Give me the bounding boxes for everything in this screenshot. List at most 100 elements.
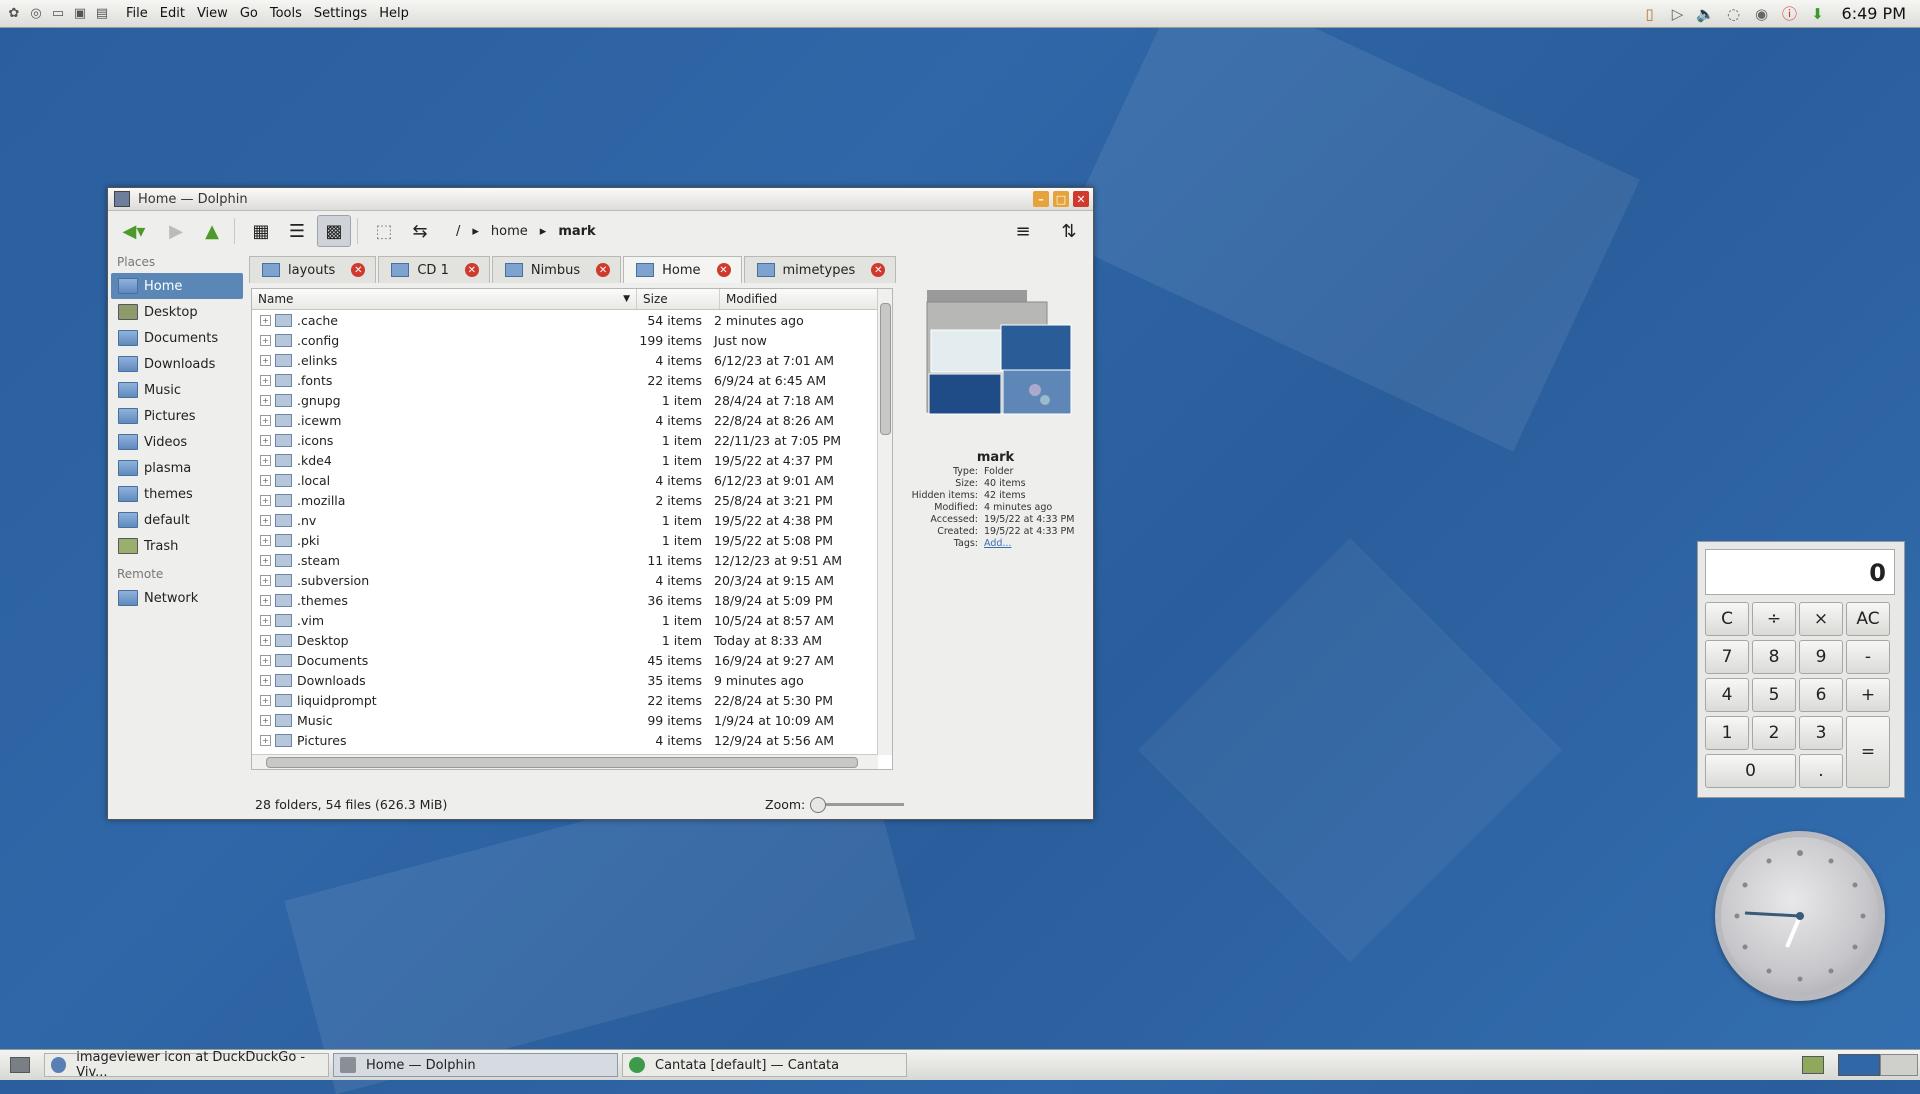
expand-icon[interactable]: + bbox=[260, 474, 271, 486]
expand-icon[interactable]: + bbox=[260, 674, 271, 686]
menu-settings[interactable]: Settings bbox=[308, 6, 373, 21]
place-desktop[interactable]: Desktop bbox=[111, 299, 243, 325]
bulb-icon[interactable]: ◌ bbox=[1724, 4, 1744, 24]
expand-icon[interactable]: + bbox=[260, 734, 271, 746]
analog-clock[interactable] bbox=[1715, 831, 1885, 1001]
expand-icon[interactable]: + bbox=[260, 314, 271, 326]
menu-tools[interactable]: Tools bbox=[264, 6, 308, 21]
browser-icon[interactable]: ◎ bbox=[28, 6, 44, 22]
close-tab-icon[interactable]: ✕ bbox=[716, 263, 731, 277]
menu-go[interactable]: Go bbox=[234, 6, 264, 21]
expand-icon[interactable]: + bbox=[260, 594, 271, 606]
table-row[interactable]: + Documents 45 items 16/9/24 at 9:27 AM bbox=[252, 650, 892, 670]
table-row[interactable]: + Music 99 items 1/9/24 at 10:09 AM bbox=[252, 710, 892, 730]
expand-icon[interactable]: + bbox=[260, 454, 271, 466]
expand-icon[interactable]: + bbox=[260, 434, 271, 446]
column-size[interactable]: Size bbox=[637, 289, 720, 309]
place-pictures[interactable]: Pictures bbox=[111, 403, 243, 429]
clipboard-icon[interactable]: ▯ bbox=[1640, 4, 1660, 24]
table-row[interactable]: + Downloads 35 items 9 minutes ago bbox=[252, 670, 892, 690]
tab-cd1[interactable]: CD 1 ✕ bbox=[378, 256, 490, 283]
crumb-root[interactable]: / bbox=[456, 224, 460, 239]
scroll-thumb[interactable] bbox=[880, 303, 891, 435]
horizontal-scrollbar[interactable] bbox=[252, 754, 878, 769]
expand-icon[interactable]: + bbox=[260, 494, 271, 506]
table-row[interactable]: + .steam 11 items 12/12/23 at 9:51 AM bbox=[252, 550, 892, 570]
download-icon[interactable]: ⬇ bbox=[1808, 4, 1828, 24]
up-button[interactable]: ▲ bbox=[196, 216, 228, 246]
calc-key[interactable]: = bbox=[1846, 716, 1890, 788]
place-network[interactable]: Network bbox=[111, 585, 243, 611]
zoom-slider-handle[interactable] bbox=[810, 797, 826, 813]
expand-icon[interactable]: + bbox=[260, 514, 271, 526]
panel-clock[interactable]: 6:49 PM bbox=[1842, 4, 1906, 23]
sort-icon[interactable]: ⇅ bbox=[1053, 216, 1085, 246]
details-view-button[interactable]: ▩ bbox=[317, 215, 351, 247]
scroll-thumb[interactable] bbox=[266, 757, 858, 768]
calc-key[interactable]: + bbox=[1846, 678, 1890, 712]
table-row[interactable]: + .kde4 1 item 19/5/22 at 4:37 PM bbox=[252, 450, 892, 470]
trash-applet-icon[interactable] bbox=[1802, 1056, 1824, 1074]
table-row[interactable]: + .themes 36 items 18/9/24 at 5:09 PM bbox=[252, 590, 892, 610]
expand-icon[interactable]: + bbox=[260, 394, 271, 406]
table-row[interactable]: + .mozilla 2 items 25/8/24 at 3:21 PM bbox=[252, 490, 892, 510]
calc-key[interactable]: 7 bbox=[1705, 640, 1749, 674]
expand-icon[interactable]: + bbox=[260, 654, 271, 666]
place-videos[interactable]: Videos bbox=[111, 429, 243, 455]
calc-key[interactable]: 5 bbox=[1752, 678, 1796, 712]
close-button[interactable]: ✕ bbox=[1073, 191, 1089, 207]
place-downloads[interactable]: Downloads bbox=[111, 351, 243, 377]
split-button[interactable]: ⇆ bbox=[404, 216, 436, 246]
task-cantata[interactable]: Cantata [default] — Cantata bbox=[622, 1053, 907, 1077]
calc-key[interactable]: × bbox=[1799, 602, 1843, 636]
play-icon[interactable]: ▷ bbox=[1668, 4, 1688, 24]
calc-key[interactable]: 8 bbox=[1752, 640, 1796, 674]
menu-edit[interactable]: Edit bbox=[154, 6, 191, 21]
minimize-button[interactable]: – bbox=[1033, 191, 1049, 207]
table-row[interactable]: + .vim 1 item 10/5/24 at 8:57 AM bbox=[252, 610, 892, 630]
expand-icon[interactable]: + bbox=[260, 334, 271, 346]
power-icon[interactable]: ◉ bbox=[1752, 4, 1772, 24]
calc-key[interactable]: 0 bbox=[1705, 754, 1796, 788]
window-titlebar[interactable]: Home — Dolphin – □ ✕ bbox=[108, 188, 1093, 211]
tab-layouts[interactable]: layouts ✕ bbox=[249, 256, 377, 283]
expand-icon[interactable]: + bbox=[260, 614, 271, 626]
table-row[interactable]: + .icons 1 item 22/11/23 at 7:05 PM bbox=[252, 430, 892, 450]
image-icon[interactable]: ▤ bbox=[94, 6, 110, 22]
expand-icon[interactable]: + bbox=[260, 374, 271, 386]
calc-key[interactable]: 1 bbox=[1705, 716, 1749, 750]
table-row[interactable]: + Pictures 4 items 12/9/24 at 5:56 AM bbox=[252, 730, 892, 750]
expand-icon[interactable]: + bbox=[260, 714, 271, 726]
calc-key[interactable]: 3 bbox=[1799, 716, 1843, 750]
place-default[interactable]: default bbox=[111, 507, 243, 533]
place-trash[interactable]: Trash bbox=[111, 533, 243, 559]
menu-view[interactable]: View bbox=[191, 6, 234, 21]
calc-key[interactable]: 6 bbox=[1799, 678, 1843, 712]
calc-key[interactable]: ÷ bbox=[1752, 602, 1796, 636]
crumb-mark[interactable]: mark bbox=[558, 224, 595, 239]
tab-nimbus[interactable]: Nimbus ✕ bbox=[491, 256, 622, 283]
kde-logo-icon[interactable]: ✿ bbox=[6, 6, 22, 22]
compact-view-button[interactable]: ☰ bbox=[281, 216, 313, 246]
calc-key[interactable]: 4 bbox=[1705, 678, 1749, 712]
place-themes[interactable]: themes bbox=[111, 481, 243, 507]
menu-file[interactable]: File bbox=[120, 6, 154, 21]
add-tags-link[interactable]: Add... bbox=[984, 538, 1011, 550]
table-row[interactable]: + .config 199 items Just now bbox=[252, 330, 892, 350]
vertical-scrollbar[interactable] bbox=[877, 289, 892, 755]
expand-icon[interactable]: + bbox=[260, 694, 271, 706]
table-row[interactable]: + .fonts 22 items 6/9/24 at 6:45 AM bbox=[252, 370, 892, 390]
table-row[interactable]: + .subversion 4 items 20/3/24 at 9:15 AM bbox=[252, 570, 892, 590]
task-vivaldi[interactable]: imageviewer icon at DuckDuckGo - Viv... bbox=[44, 1050, 329, 1080]
expand-icon[interactable]: + bbox=[260, 554, 271, 566]
place-home[interactable]: Home bbox=[111, 273, 243, 299]
icons-view-button[interactable]: ▦ bbox=[245, 216, 277, 246]
calc-key[interactable]: C bbox=[1705, 602, 1749, 636]
alert-icon[interactable]: ⓘ bbox=[1780, 4, 1800, 24]
files-icon[interactable]: ▭ bbox=[50, 6, 66, 22]
table-row[interactable]: + .icewm 4 items 22/8/24 at 8:26 AM bbox=[252, 410, 892, 430]
maximize-button[interactable]: □ bbox=[1053, 191, 1069, 207]
expand-icon[interactable]: + bbox=[260, 414, 271, 426]
hamburger-menu-icon[interactable]: ≡ bbox=[1007, 216, 1039, 246]
table-row[interactable]: + .local 4 items 6/12/23 at 9:01 AM bbox=[252, 470, 892, 490]
